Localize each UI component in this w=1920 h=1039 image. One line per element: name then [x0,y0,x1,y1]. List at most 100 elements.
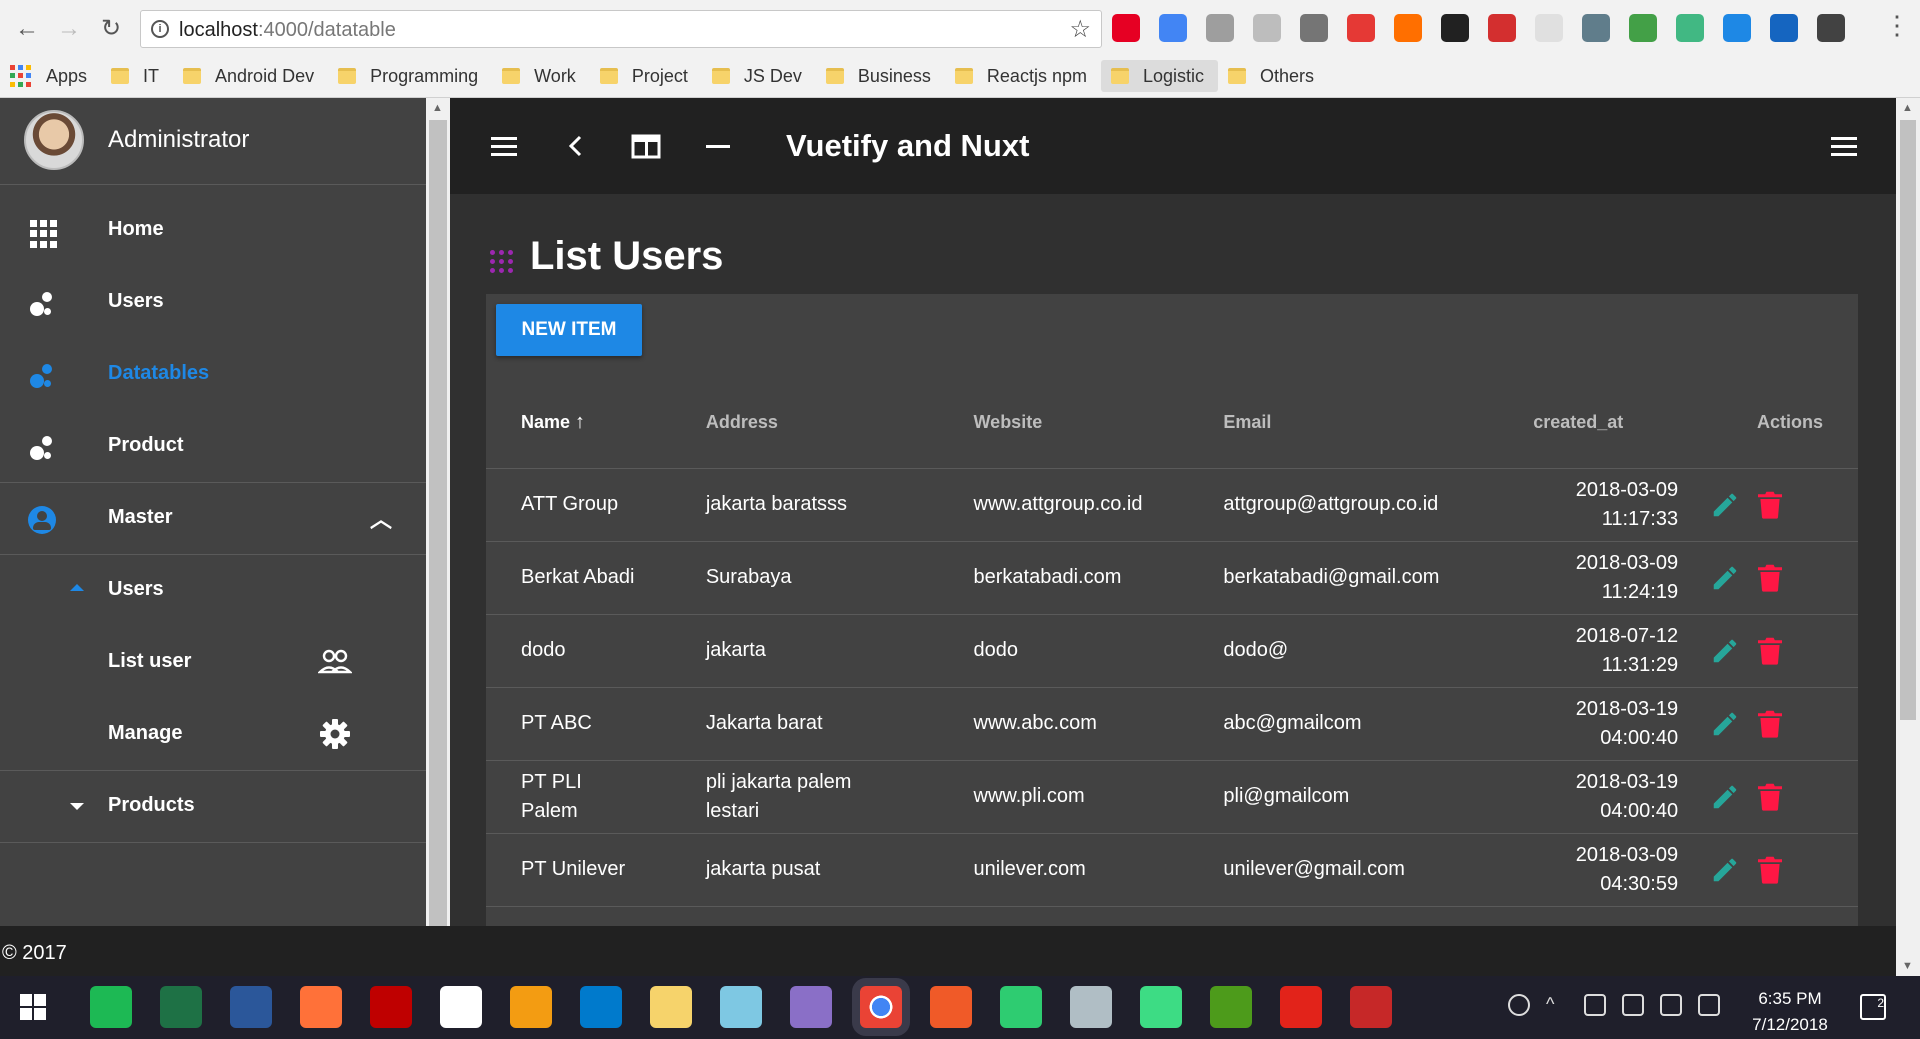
table-row[interactable]: Berkat Abadi Surabaya berkatabadi.com berka… [486,541,1858,615]
bookmark-others[interactable]: Others [1218,60,1328,92]
sidebar-item-home[interactable]: Home [0,194,426,266]
remove-icon[interactable] [702,130,734,162]
extension-icon[interactable] [1394,14,1422,42]
sidebar-item-product[interactable]: Product [0,410,426,482]
taskbar-app-icon[interactable] [370,986,412,1028]
user-tile[interactable]: Administrator [0,98,426,184]
menu-right-icon[interactable] [1828,130,1860,162]
taskbar-app-icon[interactable] [510,986,552,1028]
taskbar-app-icon[interactable] [230,986,272,1028]
scrollbar-thumb[interactable] [1900,120,1916,720]
bookmark-js-dev[interactable]: JS Dev [702,60,816,92]
taskbar-app-icon[interactable] [580,986,622,1028]
battery-icon[interactable] [1584,994,1606,1016]
delete-icon[interactable] [1758,636,1783,666]
address-bar[interactable]: i localhost:4000/datatable ☆ [140,10,1102,48]
column-header-address[interactable]: Address [670,378,939,469]
extension-icon[interactable] [1817,14,1845,42]
bookmark-reactjs-npm[interactable]: Reactjs npm [945,60,1101,92]
taskbar-app-icon[interactable] [440,986,482,1028]
volume-icon[interactable] [1698,994,1720,1016]
table-row[interactable]: PT ABC Jakarta barat www.abc.com abc@gmailc… [486,687,1858,761]
notification-icon[interactable]: 2 [1860,994,1886,1020]
extension-icon[interactable] [1488,14,1516,42]
network-icon[interactable] [1660,994,1682,1016]
chevron-up-icon[interactable]: ^ [1546,994,1568,1016]
sidebar-item-master[interactable]: Master ︿ [0,482,426,554]
taskbar-app-icon[interactable] [300,986,342,1028]
page-scrollbar[interactable]: ▲ ▼ [1896,98,1920,976]
delete-icon[interactable] [1758,563,1783,593]
taskbar-app-icon[interactable] [160,986,202,1028]
bookmark-star-icon[interactable]: ☆ [1069,15,1091,44]
table-row[interactable]: PT PLI Palem pli jakarta palem lestari www… [486,760,1858,834]
pencil-icon[interactable] [1710,563,1740,593]
bookmark-work[interactable]: Work [492,60,590,92]
bookmark-apps[interactable]: Apps [0,60,101,92]
delete-icon[interactable] [1758,490,1783,520]
taskbar-app-icon[interactable] [1070,986,1112,1028]
extension-icon[interactable] [1206,14,1234,42]
column-header-name[interactable]: Name ↑ [486,378,671,469]
web-icon[interactable] [630,130,662,162]
sidebar-item-users[interactable]: Users [0,266,426,338]
extension-icon[interactable] [1629,14,1657,42]
dropbox-icon[interactable] [1622,994,1644,1016]
url-text[interactable]: localhost:4000/datatable [179,19,396,42]
taskbar-app-icon[interactable] [1350,986,1392,1028]
extension-icon[interactable] [1112,14,1140,42]
extension-icon[interactable] [1535,14,1563,42]
bookmark-logistic[interactable]: Logistic [1100,60,1218,92]
bookmark-android-dev[interactable]: Android Dev [173,60,328,92]
extension-icon[interactable] [1723,14,1751,42]
bookmark-project[interactable]: Project [590,60,702,92]
new-item-button[interactable]: NEW ITEM [496,304,642,356]
bookmark-programming[interactable]: Programming [328,60,492,92]
extension-icon[interactable] [1159,14,1187,42]
browser-menu-icon[interactable]: ⋮ [1884,10,1910,41]
taskbar-clock[interactable]: 6:35 PM 7/12/2018 [1730,986,1850,1038]
scroll-up-icon[interactable]: ▲ [1902,102,1913,114]
reload-icon[interactable]: ↻ [96,14,126,44]
column-header-created-at[interactable]: created_at [1498,378,1679,469]
pencil-icon[interactable] [1710,636,1740,666]
delete-icon[interactable] [1758,709,1783,739]
taskbar-app-icon[interactable] [930,986,972,1028]
pencil-icon[interactable] [1710,782,1740,812]
taskbar-app-icon[interactable] [720,986,762,1028]
sidebar-subitem-manage[interactable]: Manage [0,698,426,770]
chevron-left-icon[interactable] [560,130,592,162]
chevron-up-icon[interactable]: ︿ [370,502,392,534]
extension-icon[interactable] [1441,14,1469,42]
sidebar-subitem-list-user[interactable]: List user [0,626,426,698]
pencil-icon[interactable] [1710,490,1740,520]
table-row[interactable]: Rafles Nglnkapuk cengkarengwww.raflesngl… [486,906,1858,926]
extension-icon[interactable] [1582,14,1610,42]
info-icon[interactable]: i [151,20,169,38]
column-header-website[interactable]: Website [938,378,1189,469]
pencil-icon[interactable] [1710,855,1740,885]
taskbar-app-icon[interactable] [1140,986,1182,1028]
extension-icon[interactable] [1676,14,1704,42]
windows-start-icon[interactable] [20,994,46,1020]
taskbar-app-icon[interactable] [790,986,832,1028]
scroll-up-icon[interactable]: ▲ [432,102,443,114]
back-icon[interactable]: ← [12,14,42,44]
people-icon[interactable] [1508,994,1530,1016]
sidebar-item-datatables[interactable]: Datatables [0,338,426,410]
extension-icon[interactable] [1300,14,1328,42]
bookmark-business[interactable]: Business [816,60,945,92]
extension-icon[interactable] [1770,14,1798,42]
scroll-down-icon[interactable]: ▼ [1902,960,1913,972]
taskbar-app-icon[interactable] [860,986,902,1028]
taskbar-app-icon[interactable] [650,986,692,1028]
taskbar-app-icon[interactable] [90,986,132,1028]
taskbar-app-icon[interactable] [1000,986,1042,1028]
sidebar-scrollbar[interactable]: ▲ [426,98,450,926]
pencil-icon[interactable] [1710,709,1740,739]
table-row[interactable]: PT Unilever jakarta pusat unilever.com unil… [486,833,1858,907]
taskbar-app-icon[interactable] [1280,986,1322,1028]
table-row[interactable]: dodo jakarta dodo dodo@ 2018-07-12 11:31:29 [486,614,1858,688]
column-header-email[interactable]: Email [1188,378,1499,469]
menu-icon[interactable] [488,130,520,162]
